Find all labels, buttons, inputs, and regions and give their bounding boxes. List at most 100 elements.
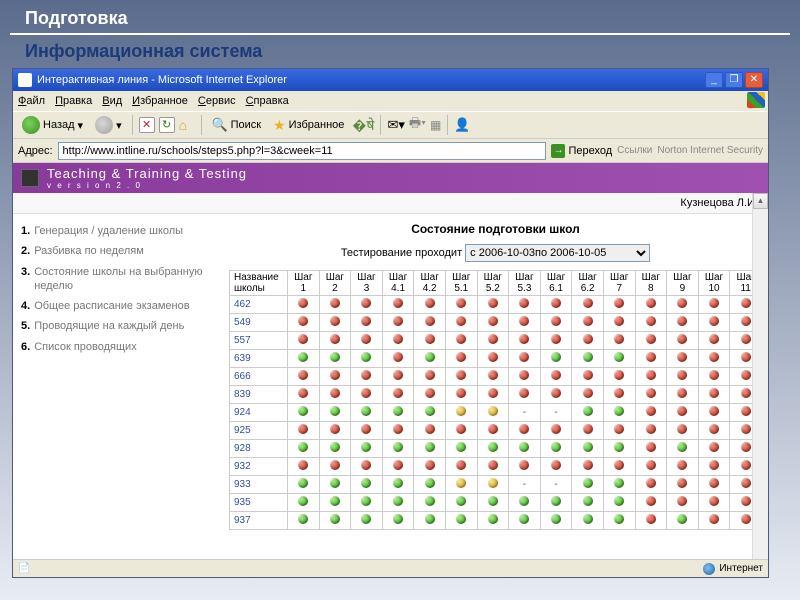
status-dot-icon	[677, 334, 687, 344]
status-dot-icon	[646, 514, 656, 524]
status-cell	[288, 494, 320, 512]
stop-button[interactable]: ✕	[139, 117, 155, 133]
sidebar-item[interactable]: 5.Проводящие на каждый день	[21, 319, 215, 333]
scrollbar-vertical[interactable]: ▲	[752, 193, 768, 561]
status-cell	[319, 422, 351, 440]
status-cell	[319, 440, 351, 458]
status-dot-icon	[741, 298, 751, 308]
status-cell	[288, 404, 320, 422]
history-button[interactable]: �षे	[352, 116, 374, 135]
col-header-step: Шаг7	[603, 271, 635, 296]
menu-tools[interactable]: Сервис	[198, 95, 236, 107]
status-dot-icon	[709, 334, 719, 344]
menu-favorites[interactable]: Избранное	[132, 95, 188, 107]
status-dot-icon	[361, 442, 371, 452]
status-dot-icon	[330, 316, 340, 326]
school-id-link[interactable]: 932	[230, 458, 288, 476]
favorites-label: Избранное	[289, 119, 345, 131]
messenger-button[interactable]: 👤	[454, 117, 470, 133]
status-cell	[603, 296, 635, 314]
status-cell	[351, 512, 383, 530]
sidebar-item[interactable]: 6.Список проводящих	[21, 340, 215, 354]
search-button[interactable]: 🔍 Поиск	[208, 115, 265, 135]
col-header-step: Шаг1	[288, 271, 320, 296]
col-header-step: Шаг4.2	[414, 271, 446, 296]
edit-button[interactable]: ▦	[430, 118, 441, 132]
status-cell	[635, 314, 667, 332]
school-id-link[interactable]: 937	[230, 512, 288, 530]
filter-row: Тестирование проходит с 2006-10-03по 200…	[229, 244, 762, 262]
menu-file[interactable]: Файл	[18, 95, 45, 107]
status-cell	[319, 368, 351, 386]
status-dot-icon	[330, 352, 340, 362]
sidebar-item[interactable]: 2.Разбивка по неделям	[21, 244, 215, 258]
minimize-button[interactable]: _	[705, 72, 723, 88]
school-id-link[interactable]: 462	[230, 296, 288, 314]
status-dot-icon	[361, 334, 371, 344]
status-cell	[509, 440, 541, 458]
school-id-link[interactable]: 666	[230, 368, 288, 386]
status-cell	[319, 350, 351, 368]
refresh-button[interactable]: ↻	[159, 117, 175, 133]
browser-window: Интерактивная линия - Microsoft Internet…	[12, 68, 769, 578]
status-cell	[635, 422, 667, 440]
period-select[interactable]: с 2006-10-03по 2006-10-05	[465, 244, 650, 262]
status-cell	[351, 404, 383, 422]
status-dot-icon	[741, 424, 751, 434]
sidebar-item-label: Разбивка по неделям	[34, 244, 144, 258]
status-dot-icon	[425, 370, 435, 380]
forward-button[interactable]: ▾	[91, 114, 126, 136]
status-cell	[540, 386, 572, 404]
status-cell	[540, 494, 572, 512]
sidebar-item[interactable]: 3.Состояние школы на выбранную неделю	[21, 265, 215, 294]
status-cell	[445, 350, 477, 368]
status-dot-icon	[298, 370, 308, 380]
school-id-link[interactable]: 933	[230, 476, 288, 494]
school-id-link[interactable]: 557	[230, 332, 288, 350]
status-done-icon: 📄	[18, 563, 30, 574]
school-id-link[interactable]: 549	[230, 314, 288, 332]
page-content: Teaching & Training & Testing v e r s i …	[13, 163, 768, 561]
home-button[interactable]: ⌂	[179, 117, 195, 133]
status-dot-icon	[361, 478, 371, 488]
menu-view[interactable]: Вид	[102, 95, 122, 107]
status-cell	[445, 494, 477, 512]
sidebar-item[interactable]: 1.Генерация / удаление школы	[21, 224, 215, 238]
status-cell	[445, 458, 477, 476]
scroll-up-button[interactable]: ▲	[753, 193, 768, 209]
status-cell	[414, 440, 446, 458]
mail-button[interactable]: ✉▾	[387, 117, 404, 133]
status-dot-icon	[361, 460, 371, 470]
links-button[interactable]: Ссылки	[617, 145, 652, 156]
address-input[interactable]	[58, 142, 547, 160]
sidebar-item[interactable]: 4.Общее расписание экзаменов	[21, 299, 215, 313]
school-id-link[interactable]: 839	[230, 386, 288, 404]
status-cell	[477, 314, 509, 332]
school-id-link[interactable]: 639	[230, 350, 288, 368]
forward-icon	[95, 116, 113, 134]
norton-button[interactable]: Norton Internet Security	[657, 145, 763, 156]
favorites-button[interactable]: ★ Избранное	[269, 115, 348, 136]
status-cell	[382, 296, 414, 314]
status-dot-icon	[551, 316, 561, 326]
school-id-link[interactable]: 935	[230, 494, 288, 512]
print-button[interactable]: 🖶▾	[409, 114, 426, 136]
menu-help[interactable]: Справка	[246, 95, 289, 107]
status-dot-icon	[677, 388, 687, 398]
back-button[interactable]: Назад ▾	[18, 114, 87, 136]
go-button[interactable]: → Переход	[551, 144, 612, 158]
school-id-link[interactable]: 925	[230, 422, 288, 440]
menu-edit[interactable]: Правка	[55, 95, 92, 107]
status-cell	[635, 440, 667, 458]
status-dot-icon	[614, 388, 624, 398]
status-dot-icon	[298, 316, 308, 326]
status-dot-icon	[551, 514, 561, 524]
school-id-link[interactable]: 928	[230, 440, 288, 458]
status-dot-icon	[330, 478, 340, 488]
status-dot-icon	[709, 424, 719, 434]
close-button[interactable]: ✕	[745, 72, 763, 88]
status-dot-icon	[393, 514, 403, 524]
school-id-link[interactable]: 924	[230, 404, 288, 422]
maximize-button[interactable]: ❐	[725, 72, 743, 88]
status-cell: -	[509, 476, 541, 494]
